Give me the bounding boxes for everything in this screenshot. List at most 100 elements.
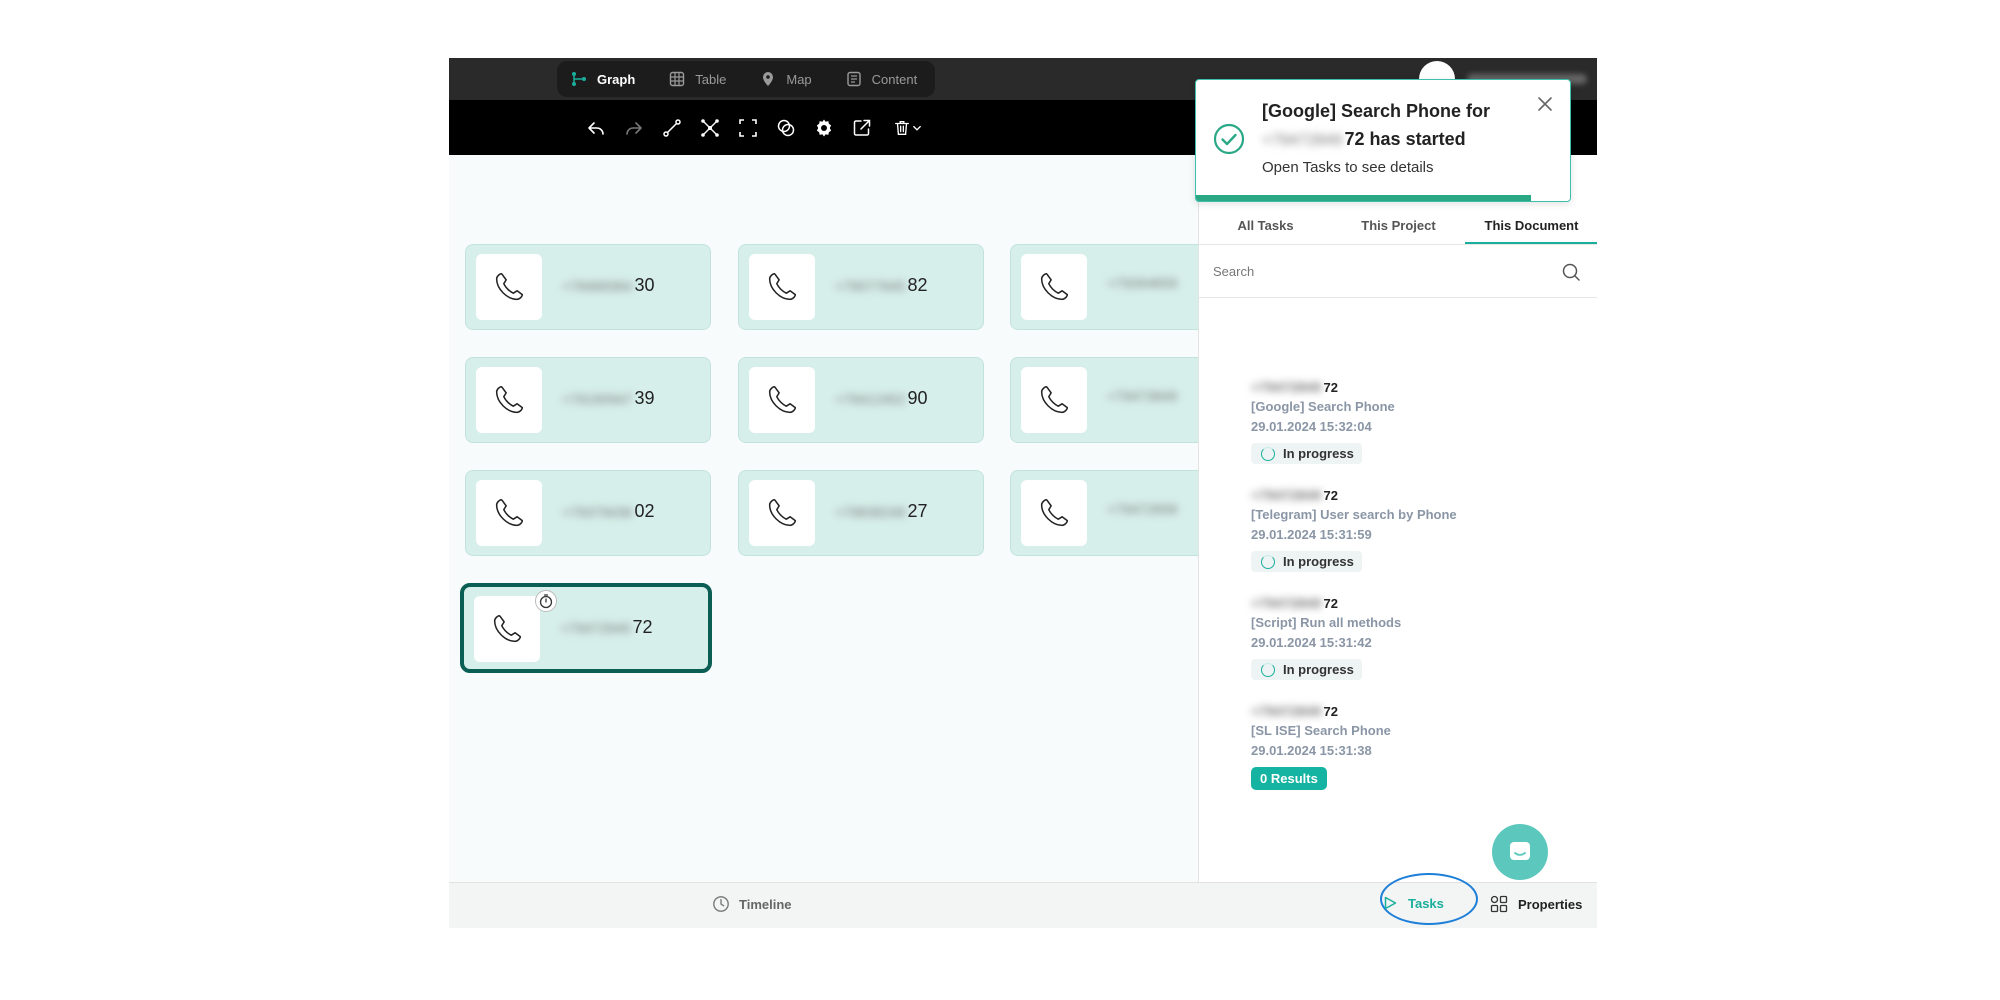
phone-node[interactable]: +79077645 82 bbox=[738, 244, 984, 330]
properties-label: Properties bbox=[1518, 896, 1583, 912]
task-item[interactable]: +79472849 72 [SL ISE] Search Phone 29.01.20… bbox=[1251, 702, 1571, 790]
tab-content[interactable]: Content bbox=[846, 71, 918, 87]
timeline-label: Timeline bbox=[739, 896, 792, 912]
node-number-suffix: 02 bbox=[634, 501, 655, 521]
task-masked-phone: +79472849 bbox=[1251, 379, 1322, 395]
search-icon[interactable] bbox=[1561, 262, 1581, 282]
toast-masked-phone: +79472849 bbox=[1262, 132, 1343, 149]
tab-this-project[interactable]: This Project bbox=[1332, 207, 1465, 244]
node-label: +79473849 bbox=[1107, 388, 1179, 404]
phone-icon-tile bbox=[1021, 367, 1087, 433]
status-label: In progress bbox=[1283, 554, 1354, 569]
play-icon bbox=[1384, 896, 1397, 910]
phone-node[interactable]: +79412452 90 bbox=[738, 357, 984, 443]
tab-table-label: Table bbox=[695, 71, 727, 87]
node-label: +79472658 bbox=[1107, 501, 1179, 517]
tab-map-label: Map bbox=[786, 71, 812, 87]
chat-support-button[interactable] bbox=[1492, 824, 1548, 880]
task-item[interactable]: +79472849 72 [Script] Run all methods 29.01… bbox=[1251, 594, 1571, 682]
node-label: +79077645 82 bbox=[835, 275, 928, 296]
redo-button[interactable] bbox=[622, 116, 646, 140]
task-timestamp: 29.01.2024 15:31:42 bbox=[1251, 635, 1372, 650]
task-target: +79472849 72 bbox=[1251, 702, 1571, 720]
undo-button[interactable] bbox=[584, 116, 608, 140]
phone-node[interactable]: +79379436 02 bbox=[465, 470, 711, 556]
phone-icon bbox=[1040, 498, 1069, 527]
tab-all-tasks[interactable]: All Tasks bbox=[1199, 207, 1332, 244]
toast-title: [Google] Search Phone for +79472849 72 ha… bbox=[1262, 97, 1532, 155]
layout-button[interactable] bbox=[698, 116, 722, 140]
phone-icon-tile bbox=[749, 480, 815, 546]
toast-subtitle: Open Tasks to see details bbox=[1262, 159, 1434, 176]
select-area-button[interactable] bbox=[736, 116, 760, 140]
node-label: +79190947 39 bbox=[562, 388, 655, 409]
gear-icon bbox=[816, 119, 832, 136]
chat-icon bbox=[1510, 842, 1530, 860]
phone-node[interactable]: +79838248 27 bbox=[738, 470, 984, 556]
spinner-icon bbox=[1261, 662, 1275, 677]
phone-icon bbox=[495, 498, 524, 527]
phone-icon-tile bbox=[476, 254, 542, 320]
node-masked-number: +79190947 bbox=[562, 390, 633, 407]
task-target: +79472849 72 bbox=[1251, 486, 1571, 504]
timeline-button[interactable]: Timeline bbox=[712, 895, 792, 913]
task-target-suffix: 72 bbox=[1323, 595, 1338, 611]
status-badge: In progress bbox=[1251, 551, 1362, 572]
tasks-search-input[interactable] bbox=[1213, 259, 1553, 283]
tasks-search bbox=[1199, 245, 1597, 298]
table-icon bbox=[670, 71, 685, 87]
grid-icon bbox=[1490, 895, 1508, 913]
node-number-suffix: 27 bbox=[907, 501, 928, 521]
tasks-panel: All Tasks This Project This Document +79… bbox=[1198, 155, 1597, 882]
task-name: [Google] Search Phone bbox=[1251, 399, 1395, 414]
close-icon[interactable] bbox=[1535, 94, 1555, 114]
properties-button[interactable]: Properties bbox=[1490, 895, 1582, 913]
node-masked-number: +79077645 bbox=[835, 277, 906, 294]
tab-content-label: Content bbox=[871, 71, 918, 87]
share-button[interactable] bbox=[850, 116, 874, 140]
phone-icon bbox=[1040, 272, 1069, 301]
phone-icon-tile bbox=[749, 254, 815, 320]
task-timestamp: 29.01.2024 15:32:04 bbox=[1251, 419, 1372, 434]
phone-icon-tile bbox=[476, 367, 542, 433]
status-badge: In progress bbox=[1251, 659, 1362, 680]
phone-icon bbox=[495, 385, 524, 414]
tasks-label: Tasks bbox=[1408, 895, 1444, 911]
node-label: +79838248 27 bbox=[835, 501, 928, 522]
tab-graph[interactable]: Graph bbox=[571, 71, 635, 87]
phone-icon bbox=[768, 385, 797, 414]
task-item[interactable]: +79472849 72 [Google] Search Phone 29.01.20… bbox=[1251, 378, 1571, 466]
node-masked-number: +79838248 bbox=[835, 503, 906, 520]
connect-button[interactable] bbox=[660, 116, 684, 140]
node-masked-number: +78468364 bbox=[562, 277, 633, 294]
phone-icon bbox=[1040, 385, 1069, 414]
settings-button[interactable] bbox=[812, 116, 836, 140]
task-target-suffix: 72 bbox=[1323, 487, 1338, 503]
graph-canvas[interactable]: +78468364 30 +79077645 82 +79264659 +79190947… bbox=[449, 155, 1256, 882]
phone-icon-tile bbox=[476, 480, 542, 546]
phone-node[interactable]: +79190947 39 bbox=[465, 357, 711, 443]
tab-table[interactable]: Table bbox=[669, 71, 726, 87]
node-number-suffix: 90 bbox=[907, 388, 928, 408]
node-label: +79412452 90 bbox=[835, 388, 928, 409]
connect-icon bbox=[663, 118, 681, 137]
task-timestamp: 29.01.2024 15:31:38 bbox=[1251, 743, 1372, 758]
node-number-suffix: 30 bbox=[634, 275, 655, 295]
phone-node-selected[interactable]: +79472849 72 bbox=[460, 583, 712, 673]
tasks-button[interactable]: Tasks bbox=[1382, 895, 1444, 911]
content-icon bbox=[846, 71, 861, 87]
tab-this-document[interactable]: This Document bbox=[1465, 207, 1597, 244]
merge-button[interactable] bbox=[774, 116, 798, 140]
status-label: In progress bbox=[1283, 662, 1354, 677]
delete-button[interactable] bbox=[888, 116, 928, 140]
task-started-toast: [Google] Search Phone for +79472849 72 ha… bbox=[1195, 79, 1571, 202]
phone-node[interactable]: +78468364 30 bbox=[465, 244, 711, 330]
status-badge: In progress bbox=[1251, 443, 1362, 464]
task-item[interactable]: +79472849 72 [Telegram] User search by Pho… bbox=[1251, 486, 1571, 574]
redo-icon bbox=[626, 121, 642, 135]
spinner-icon bbox=[1261, 554, 1275, 569]
task-timestamp: 29.01.2024 15:31:59 bbox=[1251, 527, 1372, 542]
merge-icon bbox=[777, 119, 795, 136]
tab-map[interactable]: Map bbox=[760, 71, 812, 87]
status-label: In progress bbox=[1283, 446, 1354, 461]
